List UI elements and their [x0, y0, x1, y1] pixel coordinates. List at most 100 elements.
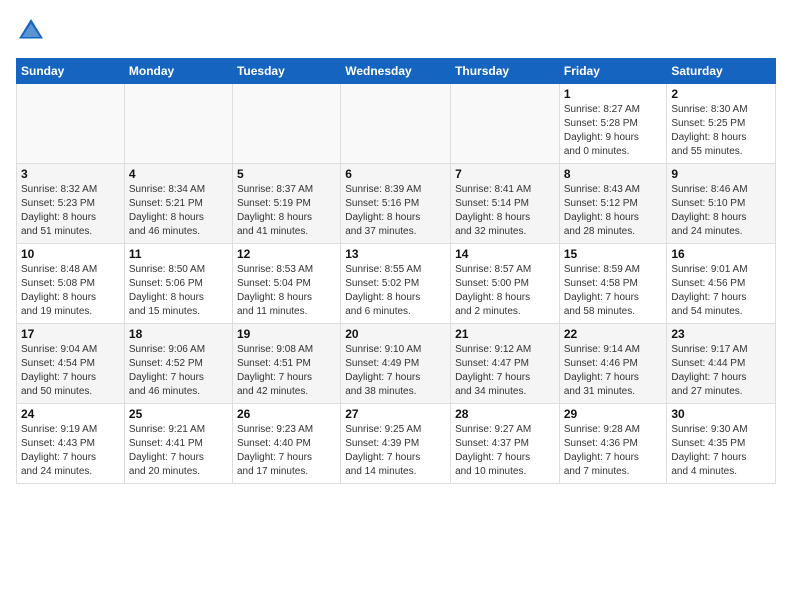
- header: [16, 16, 776, 46]
- day-info: Sunrise: 8:32 AM Sunset: 5:23 PM Dayligh…: [21, 183, 120, 239]
- day-info: Sunrise: 9:17 AM Sunset: 4:44 PM Dayligh…: [671, 343, 771, 399]
- week-row-3: 10 Sunrise: 8:48 AM Sunset: 5:08 PM Dayli…: [17, 244, 776, 324]
- calendar-table: SundayMondayTuesdayWednesdayThursdayFrid…: [16, 58, 776, 484]
- day-info: Sunrise: 9:06 AM Sunset: 4:52 PM Dayligh…: [129, 343, 228, 399]
- week-row-2: 3 Sunrise: 8:32 AM Sunset: 5:23 PM Daylig…: [17, 164, 776, 244]
- day-info: Sunrise: 9:30 AM Sunset: 4:35 PM Dayligh…: [671, 423, 771, 479]
- week-row-1: 1 Sunrise: 8:27 AM Sunset: 5:28 PM Daylig…: [17, 84, 776, 164]
- day-number: 23: [671, 327, 771, 341]
- col-header-saturday: Saturday: [667, 59, 776, 84]
- col-header-tuesday: Tuesday: [232, 59, 340, 84]
- day-number: 17: [21, 327, 120, 341]
- day-info: Sunrise: 8:30 AM Sunset: 5:25 PM Dayligh…: [671, 103, 771, 159]
- week-row-4: 17 Sunrise: 9:04 AM Sunset: 4:54 PM Dayli…: [17, 324, 776, 404]
- calendar-cell: 26 Sunrise: 9:23 AM Sunset: 4:40 PM Dayli…: [232, 404, 340, 484]
- day-info: Sunrise: 9:25 AM Sunset: 4:39 PM Dayligh…: [345, 423, 446, 479]
- calendar-cell: 19Sunrise: 9:08 AM Sunset: 4:51 PM Dayli…: [232, 324, 340, 404]
- day-info: Sunrise: 8:55 AM Sunset: 5:02 PM Dayligh…: [345, 263, 446, 319]
- day-info: Sunrise: 8:39 AM Sunset: 5:16 PM Dayligh…: [345, 183, 446, 239]
- day-number: 27: [345, 407, 446, 421]
- calendar-cell: 9 Sunrise: 8:46 AM Sunset: 5:10 PM Daylig…: [667, 164, 776, 244]
- day-number: 5: [237, 167, 336, 181]
- day-number: 15: [564, 247, 663, 261]
- day-info: Sunrise: 8:41 AM Sunset: 5:14 PM Dayligh…: [455, 183, 555, 239]
- day-info: Sunrise: 9:04 AM Sunset: 4:54 PM Dayligh…: [21, 343, 120, 399]
- col-header-wednesday: Wednesday: [341, 59, 451, 84]
- calendar-cell: 15 Sunrise: 8:59 AM Sunset: 4:58 PM Dayli…: [559, 244, 667, 324]
- col-header-sunday: Sunday: [17, 59, 125, 84]
- calendar-cell: 28 Sunrise: 9:27 AM Sunset: 4:37 PM Dayli…: [451, 404, 560, 484]
- day-info: Sunrise: 8:48 AM Sunset: 5:08 PM Dayligh…: [21, 263, 120, 319]
- day-number: 1: [564, 87, 663, 101]
- day-number: 29: [564, 407, 663, 421]
- day-number: 26: [237, 407, 336, 421]
- day-info: Sunrise: 8:34 AM Sunset: 5:21 PM Dayligh…: [129, 183, 228, 239]
- calendar-cell: [451, 84, 560, 164]
- day-info: Sunrise: 8:59 AM Sunset: 4:58 PM Dayligh…: [564, 263, 663, 319]
- calendar-cell: 6 Sunrise: 8:39 AM Sunset: 5:16 PM Daylig…: [341, 164, 451, 244]
- day-info: Sunrise: 9:21 AM Sunset: 4:41 PM Dayligh…: [129, 423, 228, 479]
- calendar-cell: 27 Sunrise: 9:25 AM Sunset: 4:39 PM Dayli…: [341, 404, 451, 484]
- logo-icon: [16, 16, 46, 46]
- day-number: 16: [671, 247, 771, 261]
- day-info: Sunrise: 8:27 AM Sunset: 5:28 PM Dayligh…: [564, 103, 663, 159]
- col-header-friday: Friday: [559, 59, 667, 84]
- calendar-cell: 10 Sunrise: 8:48 AM Sunset: 5:08 PM Dayli…: [17, 244, 125, 324]
- day-info: Sunrise: 9:28 AM Sunset: 4:36 PM Dayligh…: [564, 423, 663, 479]
- day-info: Sunrise: 9:12 AM Sunset: 4:47 PM Dayligh…: [455, 343, 555, 399]
- calendar-cell: 16 Sunrise: 9:01 AM Sunset: 4:56 PM Dayli…: [667, 244, 776, 324]
- day-info: Sunrise: 8:46 AM Sunset: 5:10 PM Dayligh…: [671, 183, 771, 239]
- day-info: Sunrise: 8:57 AM Sunset: 5:00 PM Dayligh…: [455, 263, 555, 319]
- day-info: Sunrise: 9:14 AM Sunset: 4:46 PM Dayligh…: [564, 343, 663, 399]
- day-info: Sunrise: 8:37 AM Sunset: 5:19 PM Dayligh…: [237, 183, 336, 239]
- day-info: Sunrise: 8:43 AM Sunset: 5:12 PM Dayligh…: [564, 183, 663, 239]
- day-number: 10: [21, 247, 120, 261]
- day-number: 7: [455, 167, 555, 181]
- day-number: 11: [129, 247, 228, 261]
- calendar-cell: 30Sunrise: 9:30 AM Sunset: 4:35 PM Dayli…: [667, 404, 776, 484]
- calendar-cell: [341, 84, 451, 164]
- calendar-cell: 20 Sunrise: 9:10 AM Sunset: 4:49 PM Dayli…: [341, 324, 451, 404]
- day-number: 18: [129, 327, 228, 341]
- day-info: Sunrise: 9:10 AM Sunset: 4:49 PM Dayligh…: [345, 343, 446, 399]
- day-number: 22: [564, 327, 663, 341]
- day-info: Sunrise: 9:01 AM Sunset: 4:56 PM Dayligh…: [671, 263, 771, 319]
- calendar-cell: 23 Sunrise: 9:17 AM Sunset: 4:44 PM Dayli…: [667, 324, 776, 404]
- calendar-header-row: SundayMondayTuesdayWednesdayThursdayFrid…: [17, 59, 776, 84]
- calendar-cell: 17 Sunrise: 9:04 AM Sunset: 4:54 PM Dayli…: [17, 324, 125, 404]
- logo: [16, 16, 50, 46]
- calendar-cell: 5 Sunrise: 8:37 AM Sunset: 5:19 PM Daylig…: [232, 164, 340, 244]
- day-number: 25: [129, 407, 228, 421]
- calendar-cell: 7 Sunrise: 8:41 AM Sunset: 5:14 PM Daylig…: [451, 164, 560, 244]
- day-info: Sunrise: 8:53 AM Sunset: 5:04 PM Dayligh…: [237, 263, 336, 319]
- calendar-cell: 8 Sunrise: 8:43 AM Sunset: 5:12 PM Daylig…: [559, 164, 667, 244]
- day-number: 20: [345, 327, 446, 341]
- day-number: 28: [455, 407, 555, 421]
- day-info: Sunrise: 9:23 AM Sunset: 4:40 PM Dayligh…: [237, 423, 336, 479]
- day-number: 12: [237, 247, 336, 261]
- calendar-cell: 18 Sunrise: 9:06 AM Sunset: 4:52 PM Dayli…: [124, 324, 232, 404]
- day-number: 2: [671, 87, 771, 101]
- calendar-cell: [124, 84, 232, 164]
- calendar-cell: 3 Sunrise: 8:32 AM Sunset: 5:23 PM Daylig…: [17, 164, 125, 244]
- day-number: 13: [345, 247, 446, 261]
- day-number: 6: [345, 167, 446, 181]
- calendar-cell: 13 Sunrise: 8:55 AM Sunset: 5:02 PM Dayli…: [341, 244, 451, 324]
- week-row-5: 24Sunrise: 9:19 AM Sunset: 4:43 PM Dayli…: [17, 404, 776, 484]
- day-number: 9: [671, 167, 771, 181]
- day-info: Sunrise: 9:08 AM Sunset: 4:51 PM Dayligh…: [237, 343, 336, 399]
- day-number: 14: [455, 247, 555, 261]
- day-number: 4: [129, 167, 228, 181]
- calendar-cell: [232, 84, 340, 164]
- day-info: Sunrise: 9:27 AM Sunset: 4:37 PM Dayligh…: [455, 423, 555, 479]
- col-header-monday: Monday: [124, 59, 232, 84]
- calendar-cell: [17, 84, 125, 164]
- calendar-cell: 2 Sunrise: 8:30 AM Sunset: 5:25 PM Daylig…: [667, 84, 776, 164]
- day-number: 8: [564, 167, 663, 181]
- day-number: 24: [21, 407, 120, 421]
- calendar-cell: 4 Sunrise: 8:34 AM Sunset: 5:21 PM Daylig…: [124, 164, 232, 244]
- day-number: 3: [21, 167, 120, 181]
- calendar-cell: 12 Sunrise: 8:53 AM Sunset: 5:04 PM Dayli…: [232, 244, 340, 324]
- day-info: Sunrise: 8:50 AM Sunset: 5:06 PM Dayligh…: [129, 263, 228, 319]
- calendar-cell: 22 Sunrise: 9:14 AM Sunset: 4:46 PM Dayli…: [559, 324, 667, 404]
